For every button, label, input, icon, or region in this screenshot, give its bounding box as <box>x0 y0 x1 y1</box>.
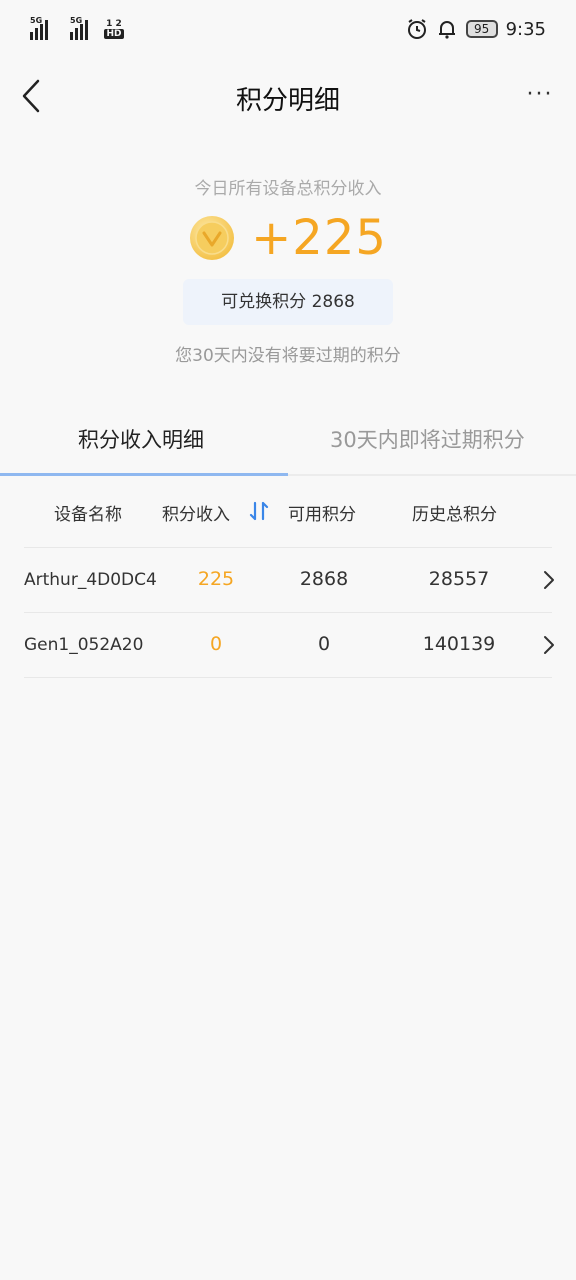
tab-expiring-points[interactable]: 30天内即将过期积分 <box>330 424 525 454</box>
redeem-value: 2868 <box>311 292 355 312</box>
column-header-device-name: 设备名称 <box>54 505 122 525</box>
available-value: 2868 <box>299 568 349 590</box>
expiry-note: 您30天内没有将要过期的积分 <box>175 346 401 366</box>
history-value: 28557 <box>428 568 490 590</box>
bell-icon <box>438 21 455 39</box>
history-value: 140139 <box>422 633 496 655</box>
status-bar: 5G 5G 1 2 HD 95 9:35 <box>0 0 576 58</box>
hd-icon: 1 2 HD <box>104 19 124 39</box>
summary-caption: 今日所有设备总积分收入 <box>194 179 382 199</box>
tab-bar: 积分收入明细 30天内即将过期积分 <box>0 404 576 476</box>
signal-icon: 5G <box>30 16 56 40</box>
alarm-icon <box>407 19 426 39</box>
coin-icon <box>190 216 235 260</box>
header: 积分明细 ··· <box>0 58 576 134</box>
table-header: 设备名称 积分收入 可用积分 历史总积分 <box>0 500 576 525</box>
more-options-button[interactable]: ··· <box>524 82 556 107</box>
clock: 9:35 <box>505 18 546 40</box>
redeem-label: 可兑换积分 <box>221 292 307 312</box>
table-row[interactable]: Arthur_4D0DC4 225 2868 28557 <box>24 547 554 611</box>
page-title: 积分明细 <box>235 86 340 116</box>
column-header-available: 可用积分 <box>288 505 356 525</box>
redeemable-points-badge: 可兑换积分 2868 <box>183 279 393 325</box>
column-header-income[interactable]: 积分收入 <box>162 500 230 525</box>
column-header-history: 历史总积分 <box>412 505 497 525</box>
table-row[interactable]: Gen1_052A20 0 0 140139 <box>24 612 554 678</box>
sort-icon[interactable] <box>249 500 269 522</box>
available-value: 0 <box>317 633 331 655</box>
chevron-right-icon[interactable] <box>542 635 556 655</box>
points-summary: +225 <box>0 210 576 266</box>
tab-indicator <box>0 473 288 476</box>
status-bar-left: 5G 5G 1 2 HD <box>30 16 124 40</box>
battery-indicator: 95 <box>465 20 498 38</box>
today-points-value: +225 <box>251 210 387 266</box>
device-name: Gen1_052A20 <box>24 635 144 655</box>
tab-income-details[interactable]: 积分收入明细 <box>78 424 204 454</box>
income-value: 0 <box>209 633 223 655</box>
status-bar-right: 95 9:35 <box>406 18 546 40</box>
income-value: 225 <box>197 568 235 590</box>
signal-icon: 5G <box>70 16 96 40</box>
chevron-right-icon[interactable] <box>542 570 556 590</box>
device-name: Arthur_4D0DC4 <box>24 570 157 590</box>
